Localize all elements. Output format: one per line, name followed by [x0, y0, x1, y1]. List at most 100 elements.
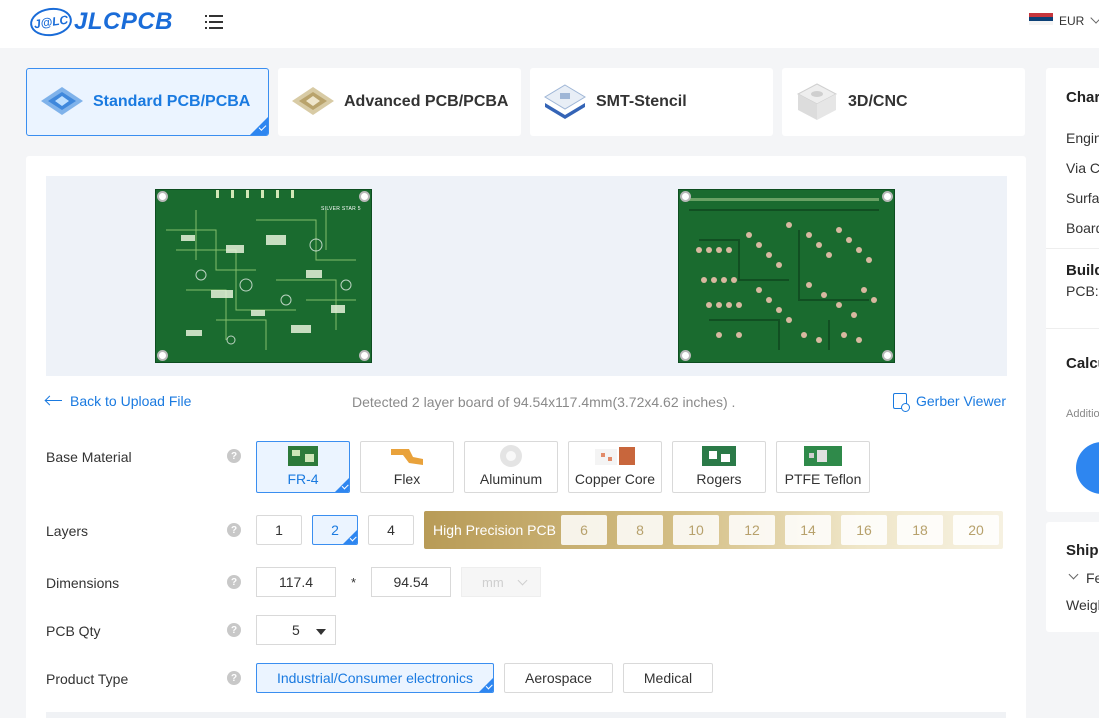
dimension-unit-select[interactable]: mm — [461, 567, 541, 597]
layer-option-1[interactable]: 1 — [256, 515, 302, 545]
layer-option-16[interactable]: 16 — [841, 515, 887, 545]
selected-check-icon — [250, 117, 268, 135]
mounting-hole — [359, 191, 370, 202]
layer-option-6[interactable]: 6 — [561, 515, 607, 545]
detected-board-info: Detected 2 layer board of 94.54x117.4mm(… — [352, 394, 736, 410]
divider — [1046, 328, 1099, 329]
material-label: FR-4 — [287, 471, 319, 487]
jlcpcb-logo[interactable]: J@LC JLCPCB — [28, 5, 174, 39]
layer-option-14[interactable]: 14 — [785, 515, 831, 545]
shipping-title: Shipp — [1066, 542, 1099, 559]
pcb-bottom-layer-image — [678, 189, 895, 363]
selected-check-icon — [343, 530, 357, 544]
charges-summary-card: Char Engin Via C Surfa Board Build PCB: … — [1046, 68, 1099, 512]
layer-option-10[interactable]: 10 — [673, 515, 719, 545]
hamburger-menu-icon[interactable] — [205, 15, 223, 29]
pcb-qty-value: 5 — [292, 622, 300, 638]
shipping-weight: Weigh — [1066, 597, 1099, 613]
tab-3d-cnc[interactable]: 3D/CNC — [782, 68, 1025, 136]
standard-pcb-icon — [39, 79, 85, 125]
shipping-card: Shipp Fe Weigh — [1046, 522, 1099, 632]
layer-option-2[interactable]: 2 — [312, 515, 358, 545]
charge-item: Board — [1066, 220, 1099, 236]
divider — [1046, 248, 1099, 249]
fr4-board-icon — [287, 444, 319, 468]
charge-item: Surfa — [1066, 190, 1099, 206]
material-label: Aluminum — [479, 471, 543, 487]
unit-label: mm — [482, 574, 504, 590]
material-label: Copper Core — [574, 471, 656, 487]
dimensions-label: Dimensions — [46, 575, 120, 591]
advanced-pcb-icon — [290, 79, 336, 125]
pcb-preview: SILVER STAR 5 — [46, 176, 1007, 376]
mounting-hole — [882, 191, 893, 202]
arrow-left-icon — [46, 396, 62, 406]
currency-label: EUR — [1059, 14, 1085, 28]
product-type-help-icon[interactable]: ? — [227, 671, 241, 685]
chevron-down-icon[interactable] — [1068, 569, 1079, 580]
layer-option-4[interactable]: 4 — [368, 515, 414, 545]
currency-selector[interactable]: EUR — [1029, 12, 1099, 28]
charge-item: Via C — [1066, 160, 1099, 176]
product-type-industrial[interactable]: Industrial/Consumer electronics — [256, 663, 494, 693]
additional-note: Additio — [1066, 408, 1099, 420]
gerber-viewer-icon — [893, 393, 910, 412]
rogers-board-icon — [701, 444, 737, 468]
back-to-upload-link[interactable]: Back to Upload File — [46, 393, 191, 409]
build-time-title: Build — [1066, 262, 1099, 279]
pcb-qty-help-icon[interactable]: ? — [227, 623, 241, 637]
layer-option-12[interactable]: 12 — [729, 515, 775, 545]
dimension-height-input[interactable] — [371, 567, 451, 597]
material-ptfe-teflon[interactable]: PTFE Teflon — [776, 441, 870, 493]
top-header: J@LC JLCPCB EUR — [0, 0, 1099, 48]
material-flex[interactable]: Flex — [360, 441, 454, 493]
material-copper-core[interactable]: Copper Core — [568, 441, 662, 493]
gerber-viewer-link[interactable]: Gerber Viewer — [893, 393, 1006, 412]
tab-label: Standard PCB/PCBA — [93, 93, 251, 110]
mounting-hole — [157, 350, 168, 361]
next-section-edge — [46, 712, 1006, 718]
layer-option-20[interactable]: 20 — [953, 515, 999, 545]
base-material-help-icon[interactable]: ? — [227, 449, 241, 463]
brand-name: JLCPCB — [74, 8, 174, 35]
serbia-flag-icon — [1029, 13, 1053, 25]
pcb-qty-select[interactable]: 5 — [256, 615, 336, 645]
3d-cnc-icon — [794, 79, 840, 125]
copper-core-board-icon — [593, 444, 637, 468]
ptfe-teflon-board-icon — [803, 444, 843, 468]
selected-check-icon — [479, 678, 493, 692]
tab-standard-pcb[interactable]: Standard PCB/PCBA — [26, 68, 269, 136]
order-config-panel: SILVER STAR 5 — [26, 156, 1026, 718]
shipping-method[interactable]: Fe — [1086, 570, 1099, 586]
dimensions-help-icon[interactable]: ? — [227, 575, 241, 589]
pcb-qty-label: PCB Qty — [46, 623, 101, 639]
aluminum-board-icon — [491, 444, 531, 468]
charges-title: Char — [1066, 89, 1099, 106]
tab-label: Advanced PCB/PCBA — [344, 93, 509, 110]
layer-option-label: 2 — [331, 522, 339, 538]
material-label: PTFE Teflon — [784, 471, 862, 487]
material-rogers[interactable]: Rogers — [672, 441, 766, 493]
layer-option-18[interactable]: 18 — [897, 515, 943, 545]
jlc-badge: J@LC — [28, 5, 74, 39]
base-material-label: Base Material — [46, 449, 132, 465]
pcb-top-layer-image: SILVER STAR 5 — [155, 189, 372, 363]
material-fr4[interactable]: FR-4 — [256, 441, 350, 493]
product-type-medical[interactable]: Medical — [623, 663, 713, 693]
dimension-separator: * — [351, 575, 357, 590]
tab-label: 3D/CNC — [848, 93, 908, 110]
layers-help-icon[interactable]: ? — [227, 523, 241, 537]
selected-check-icon — [335, 478, 349, 492]
mounting-hole — [359, 350, 370, 361]
material-aluminum[interactable]: Aluminum — [464, 441, 558, 493]
tab-advanced-pcb[interactable]: Advanced PCB/PCBA — [278, 68, 521, 136]
dimension-width-input[interactable] — [256, 567, 336, 597]
product-type-label: Product Type — [46, 671, 129, 687]
layer-option-8[interactable]: 8 — [617, 515, 663, 545]
flex-board-icon — [387, 444, 427, 468]
save-to-cart-button[interactable] — [1076, 442, 1099, 494]
tab-smt-stencil[interactable]: SMT-Stencil — [530, 68, 773, 136]
mounting-hole — [882, 350, 893, 361]
product-type-aerospace[interactable]: Aerospace — [504, 663, 613, 693]
product-type-option-label: Industrial/Consumer electronics — [276, 670, 474, 686]
